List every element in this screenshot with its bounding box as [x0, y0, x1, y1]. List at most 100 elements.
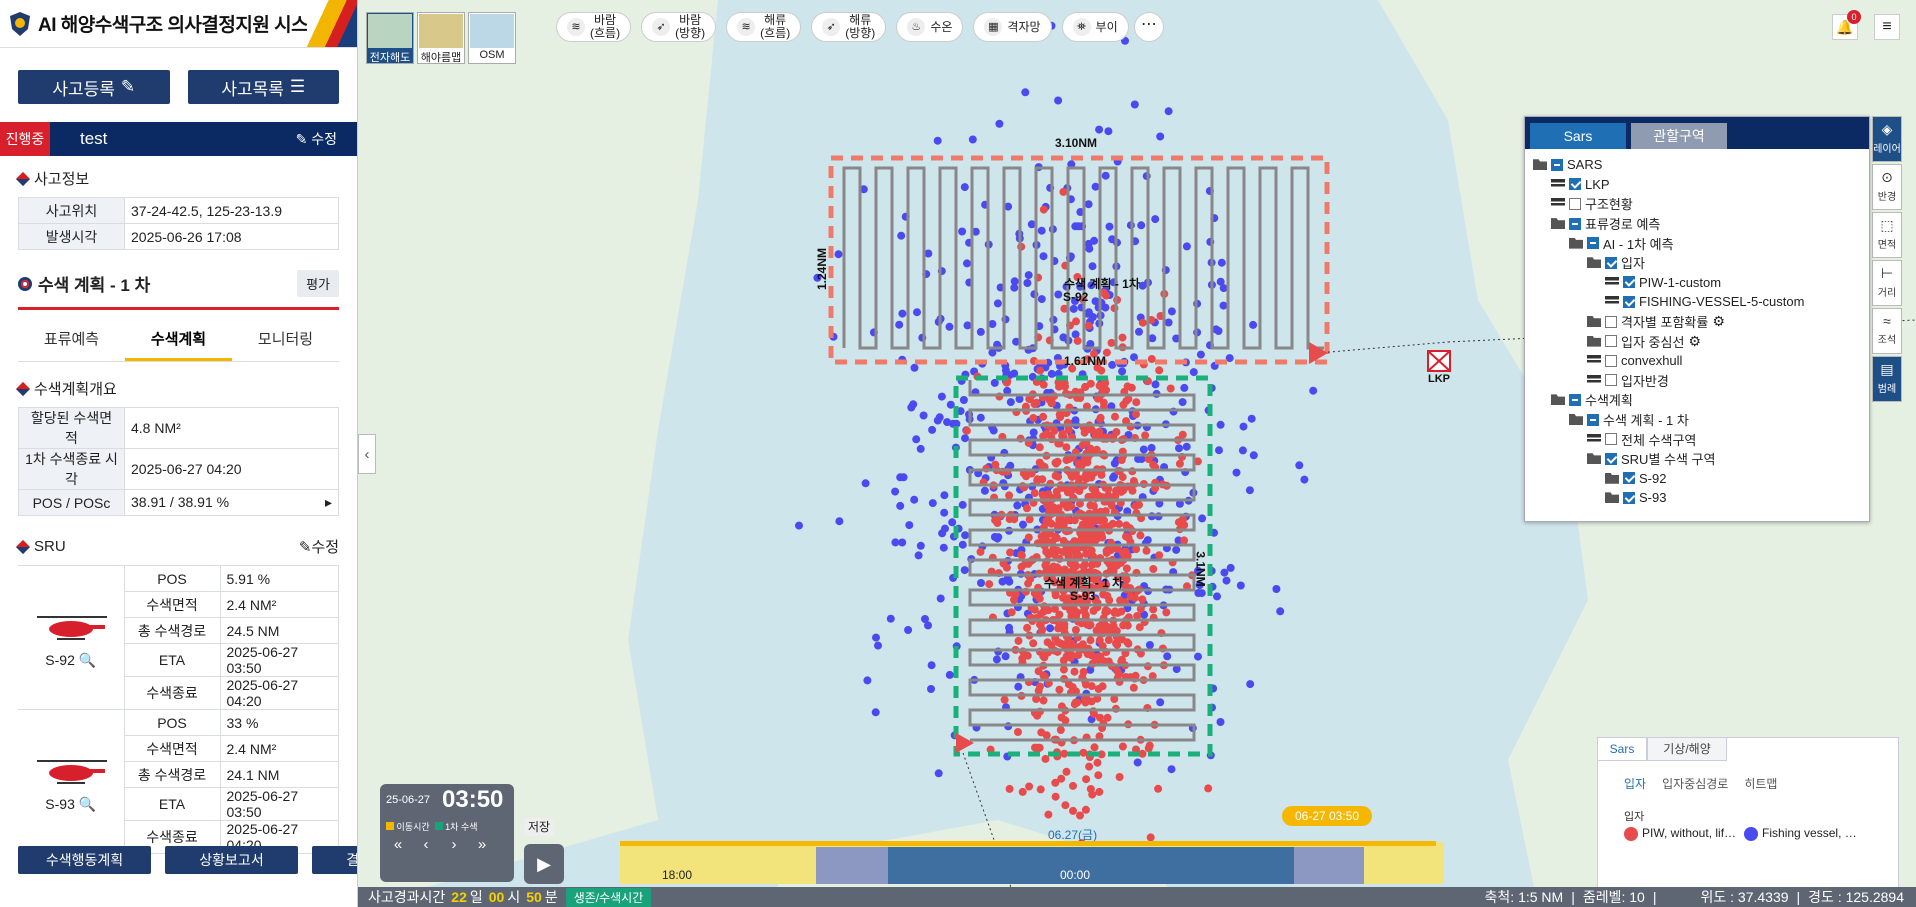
- layer-checkbox[interactable]: [1569, 178, 1581, 191]
- layer-checkbox[interactable]: [1623, 295, 1635, 308]
- particle: [1141, 431, 1150, 440]
- particle: [891, 538, 900, 547]
- particle: [927, 661, 936, 670]
- legend-sub-particles[interactable]: 입자: [1624, 775, 1646, 792]
- tab-drift-prediction[interactable]: 표류예측: [18, 320, 125, 361]
- legend-sub-centerline[interactable]: 입자중심경로: [1662, 775, 1728, 792]
- search-icon[interactable]: 🔍: [79, 652, 96, 668]
- legend-tab-weather[interactable]: 기상/해양: [1647, 737, 1727, 761]
- particle: [1081, 560, 1089, 569]
- layer-checkbox[interactable]: [1623, 472, 1635, 485]
- particle: [1232, 468, 1241, 477]
- toolbar-current-direction-button[interactable]: ➶ 해류 (방향): [811, 12, 887, 42]
- layer-node[interactable]: 표류경로 예측: [1533, 214, 1869, 234]
- result-report-button[interactable]: 결과보고서: [312, 846, 357, 874]
- baselayer-osm[interactable]: OSM: [468, 12, 516, 64]
- layer-checkbox[interactable]: [1587, 237, 1599, 250]
- save-button[interactable]: 저장: [524, 818, 554, 836]
- more-options-button[interactable]: ⋯: [1134, 12, 1164, 42]
- tool-legend[interactable]: ▤ 범례: [1872, 356, 1902, 402]
- particle: [1213, 592, 1221, 601]
- layer-node[interactable]: S-92: [1533, 469, 1869, 489]
- layer-node[interactable]: FISHING-VESSEL-5-custom: [1533, 292, 1869, 312]
- menu-button[interactable]: ≡: [1874, 14, 1900, 40]
- info-value: 37-24-42.5, 125-23-13.9: [124, 197, 339, 224]
- toolbar-wind-direction-button[interactable]: ➶ 바람 (방향): [641, 12, 717, 42]
- gear-icon[interactable]: ⚙: [1712, 313, 1725, 330]
- gear-icon[interactable]: ⚙: [1688, 333, 1701, 350]
- pos-value-cell[interactable]: 38.91 / 38.91 % ▸: [124, 489, 339, 516]
- step-forward-icon[interactable]: ›: [442, 836, 466, 853]
- layer-checkbox[interactable]: [1551, 158, 1563, 171]
- tab-monitoring[interactable]: 모니터링: [232, 320, 339, 361]
- layer-checkbox[interactable]: [1569, 217, 1581, 230]
- tool-layers[interactable]: ◈ 레이어: [1872, 116, 1902, 162]
- lkp-marker[interactable]: [1427, 350, 1451, 372]
- yellow-square-icon: [386, 822, 394, 830]
- tab-jurisdiction[interactable]: 관할구역: [1631, 123, 1727, 149]
- layer-checkbox[interactable]: [1605, 433, 1617, 446]
- layer-node[interactable]: AI - 1차 예측: [1533, 233, 1869, 253]
- toolbar-wind-flow-button[interactable]: ≋ 바람 (흐름): [556, 12, 632, 42]
- layer-node[interactable]: 전체 수색구역: [1533, 429, 1869, 449]
- tab-search-plan[interactable]: 수색계획: [125, 320, 232, 361]
- layer-node[interactable]: convexhull: [1533, 351, 1869, 371]
- baselayer-khoa[interactable]: 해야름맵: [417, 12, 465, 64]
- incident-list-button[interactable]: 사고목록 ☰: [187, 70, 339, 104]
- skip-back-icon[interactable]: «: [386, 836, 410, 853]
- layer-node[interactable]: 수색 계획 - 1 차: [1533, 410, 1869, 430]
- edit-incident-button[interactable]: ✎ 수정: [296, 129, 337, 149]
- search-action-plan-button[interactable]: 수색행동계획: [18, 846, 151, 874]
- register-incident-button[interactable]: 사고등록 ✎: [18, 70, 170, 104]
- layer-node[interactable]: 입자반경: [1533, 371, 1869, 391]
- layer-node[interactable]: 격자별 포함확률 ⚙: [1533, 312, 1869, 332]
- layer-checkbox[interactable]: [1569, 197, 1581, 210]
- step-back-icon[interactable]: ‹: [414, 836, 438, 853]
- edit-sru-button[interactable]: ✎수정: [299, 536, 339, 557]
- tool-tide[interactable]: ≈ 조석: [1872, 308, 1902, 354]
- toolbar-grid-button[interactable]: ▦ 격자망: [973, 12, 1052, 42]
- situation-report-button[interactable]: 상황보고서: [165, 846, 298, 874]
- legend-sub-heatmap[interactable]: 히트맵: [1744, 775, 1777, 792]
- layer-checkbox[interactable]: [1605, 354, 1617, 367]
- layer-node[interactable]: 수색계획: [1533, 390, 1869, 410]
- tab-sars[interactable]: Sars: [1530, 123, 1626, 149]
- tool-area[interactable]: ⬚ 면적: [1872, 212, 1902, 258]
- layer-checkbox[interactable]: [1569, 393, 1581, 406]
- play-button[interactable]: ▶: [524, 844, 564, 884]
- timeline-bar[interactable]: 18:00 00:00: [620, 842, 1444, 884]
- baselayer-enc[interactable]: 전자해도: [366, 12, 414, 64]
- layer-checkbox[interactable]: [1623, 491, 1635, 504]
- layer-checkbox[interactable]: [1623, 276, 1635, 289]
- notification-button[interactable]: 🔔 0: [1832, 10, 1861, 40]
- layer-node[interactable]: S-93: [1533, 488, 1869, 508]
- layer-node[interactable]: PIW-1-custom: [1533, 273, 1869, 293]
- collapse-sidebar-button[interactable]: ‹: [358, 434, 376, 474]
- layer-node[interactable]: 구조현황: [1533, 194, 1869, 214]
- toolbar-buoy-button[interactable]: ⛯ 부이: [1061, 12, 1129, 42]
- toolbar-temperature-button[interactable]: ♨ 수온: [896, 12, 964, 42]
- tool-radius[interactable]: ⊙ 반경: [1872, 164, 1902, 210]
- evaluate-button[interactable]: 평가: [297, 270, 339, 297]
- layer-checkbox[interactable]: [1605, 335, 1617, 348]
- legend-tab-sars[interactable]: Sars: [1597, 737, 1647, 761]
- layer-node[interactable]: SARS: [1533, 155, 1869, 175]
- layer-node[interactable]: 입자 중심선 ⚙: [1533, 331, 1869, 351]
- toolbar-label-line1: 해류: [849, 13, 872, 27]
- layer-node[interactable]: LKP: [1533, 175, 1869, 195]
- layer-checkbox[interactable]: [1605, 452, 1617, 465]
- layer-checkbox[interactable]: [1605, 315, 1617, 328]
- tool-distance[interactable]: ⊢ 거리: [1872, 260, 1902, 306]
- map-canvas[interactable]: 3.10NM 1.24NM 수색 계획 - 1차 S-92 1.61NM 3.1…: [358, 0, 1916, 907]
- survival-time-chip[interactable]: 생존/수색시간: [565, 887, 652, 907]
- layer-checkbox[interactable]: [1587, 413, 1599, 426]
- layer-node[interactable]: SRU별 수색 구역: [1533, 449, 1869, 469]
- particle: [912, 435, 921, 444]
- search-icon[interactable]: 🔍: [79, 796, 96, 812]
- layer-node[interactable]: 입자: [1533, 253, 1869, 273]
- toolbar-current-flow-button[interactable]: ≋ 해류 (흐름): [726, 12, 802, 42]
- expand-arrow-icon[interactable]: ▸: [325, 494, 332, 511]
- layer-checkbox[interactable]: [1605, 374, 1617, 387]
- layer-checkbox[interactable]: [1605, 256, 1617, 269]
- skip-forward-icon[interactable]: »: [470, 836, 494, 853]
